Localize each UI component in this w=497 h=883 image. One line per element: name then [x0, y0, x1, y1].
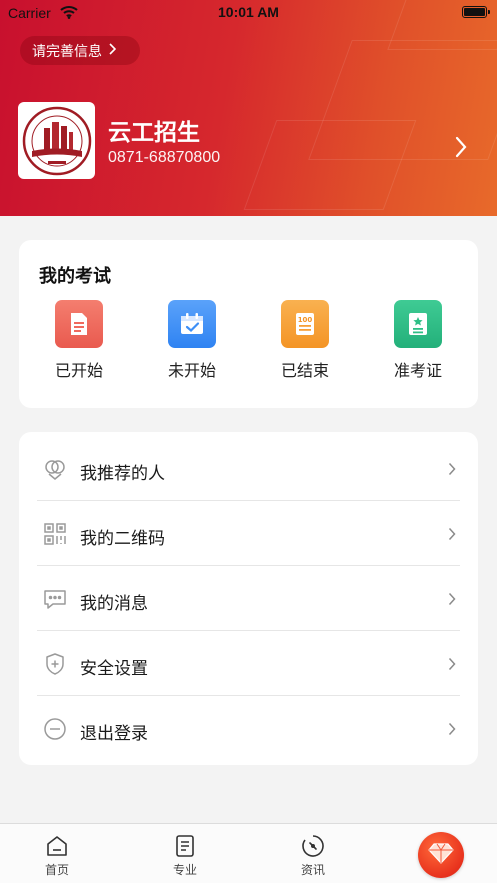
chevron-right-icon: [448, 656, 456, 675]
school-logo: [18, 102, 95, 179]
logout-icon: [43, 717, 67, 741]
chevron-right-icon: [448, 591, 456, 610]
profile-header: Carrier 10:01 AM 请完善信息 云工招生 0871-6887080…: [0, 0, 497, 216]
settings-menu-card: 我推荐的人 我的二维码 我的消息 安全设置 退出登录: [19, 432, 478, 765]
chevron-right-icon: [448, 721, 456, 740]
menu-item-label: 退出登录: [80, 724, 148, 744]
tab-label: 首页: [44, 863, 69, 877]
school-phone: 0871-68870800: [108, 149, 221, 166]
gem-tab-button[interactable]: [418, 832, 464, 878]
exam-not-started-label: 未开始: [167, 361, 216, 380]
gem-icon: [428, 842, 454, 868]
bottom-tab-bar: 首页 专业 资讯: [0, 823, 497, 883]
admission-ticket-label: 准考证: [393, 361, 442, 380]
status-bar: Carrier 10:01 AM: [0, 0, 497, 26]
message-icon: [43, 587, 67, 611]
tab-major[interactable]: 专业: [155, 824, 215, 883]
admission-ticket-button[interactable]: 准考证: [373, 300, 463, 381]
exam-not-started-button[interactable]: 未开始: [147, 300, 237, 381]
exam-section-title: 我的考试: [39, 266, 111, 287]
menu-item-label: 安全设置: [80, 659, 148, 679]
news-compass-icon: [301, 834, 325, 858]
chevron-right-icon: [448, 526, 456, 545]
header-decoration: [243, 120, 417, 210]
home-icon: [45, 834, 69, 858]
menu-item-label: 我的二维码: [80, 529, 165, 549]
chevron-right-icon: [448, 461, 456, 480]
menu-item-referrals[interactable]: 我推荐的人: [37, 436, 460, 501]
score-100-icon: 100: [281, 300, 329, 348]
admission-ticket-icon: [394, 300, 442, 348]
exam-started-label: 已开始: [54, 361, 103, 380]
tab-label: 资讯: [300, 863, 325, 877]
exam-started-button[interactable]: 已开始: [34, 300, 124, 381]
tab-label: 专业: [172, 863, 197, 877]
tab-home[interactable]: 首页: [27, 824, 87, 883]
calendar-check-icon: [168, 300, 216, 348]
chevron-right-icon: [108, 42, 117, 59]
svg-text:100: 100: [298, 316, 313, 324]
qr-code-icon: [43, 522, 67, 546]
profile-chevron-right-icon[interactable]: [455, 136, 467, 162]
list-document-icon: [173, 834, 197, 858]
tab-news[interactable]: 资讯: [283, 824, 343, 883]
menu-item-security[interactable]: 安全设置: [37, 631, 460, 696]
menu-item-messages[interactable]: 我的消息: [37, 566, 460, 631]
my-exam-card: 我的考试 已开始 未开始 100 已结束 准考证: [19, 240, 478, 408]
menu-item-logout[interactable]: 退出登录: [37, 696, 460, 761]
complete-info-label: 请完善信息: [32, 43, 102, 60]
menu-item-label: 我的消息: [80, 594, 148, 614]
menu-item-qr-code[interactable]: 我的二维码: [37, 501, 460, 566]
clock-time: 10:01 AM: [218, 4, 279, 20]
exam-finished-button[interactable]: 100 已结束: [260, 300, 350, 381]
complete-info-button[interactable]: 请完善信息: [20, 36, 140, 65]
battery-icon: [462, 6, 490, 18]
document-icon: [55, 300, 103, 348]
school-name: 云工招生: [108, 120, 200, 146]
menu-item-label: 我推荐的人: [80, 464, 165, 484]
exam-finished-label: 已结束: [280, 361, 329, 380]
shield-icon: [43, 652, 67, 676]
referral-icon: [43, 457, 67, 481]
